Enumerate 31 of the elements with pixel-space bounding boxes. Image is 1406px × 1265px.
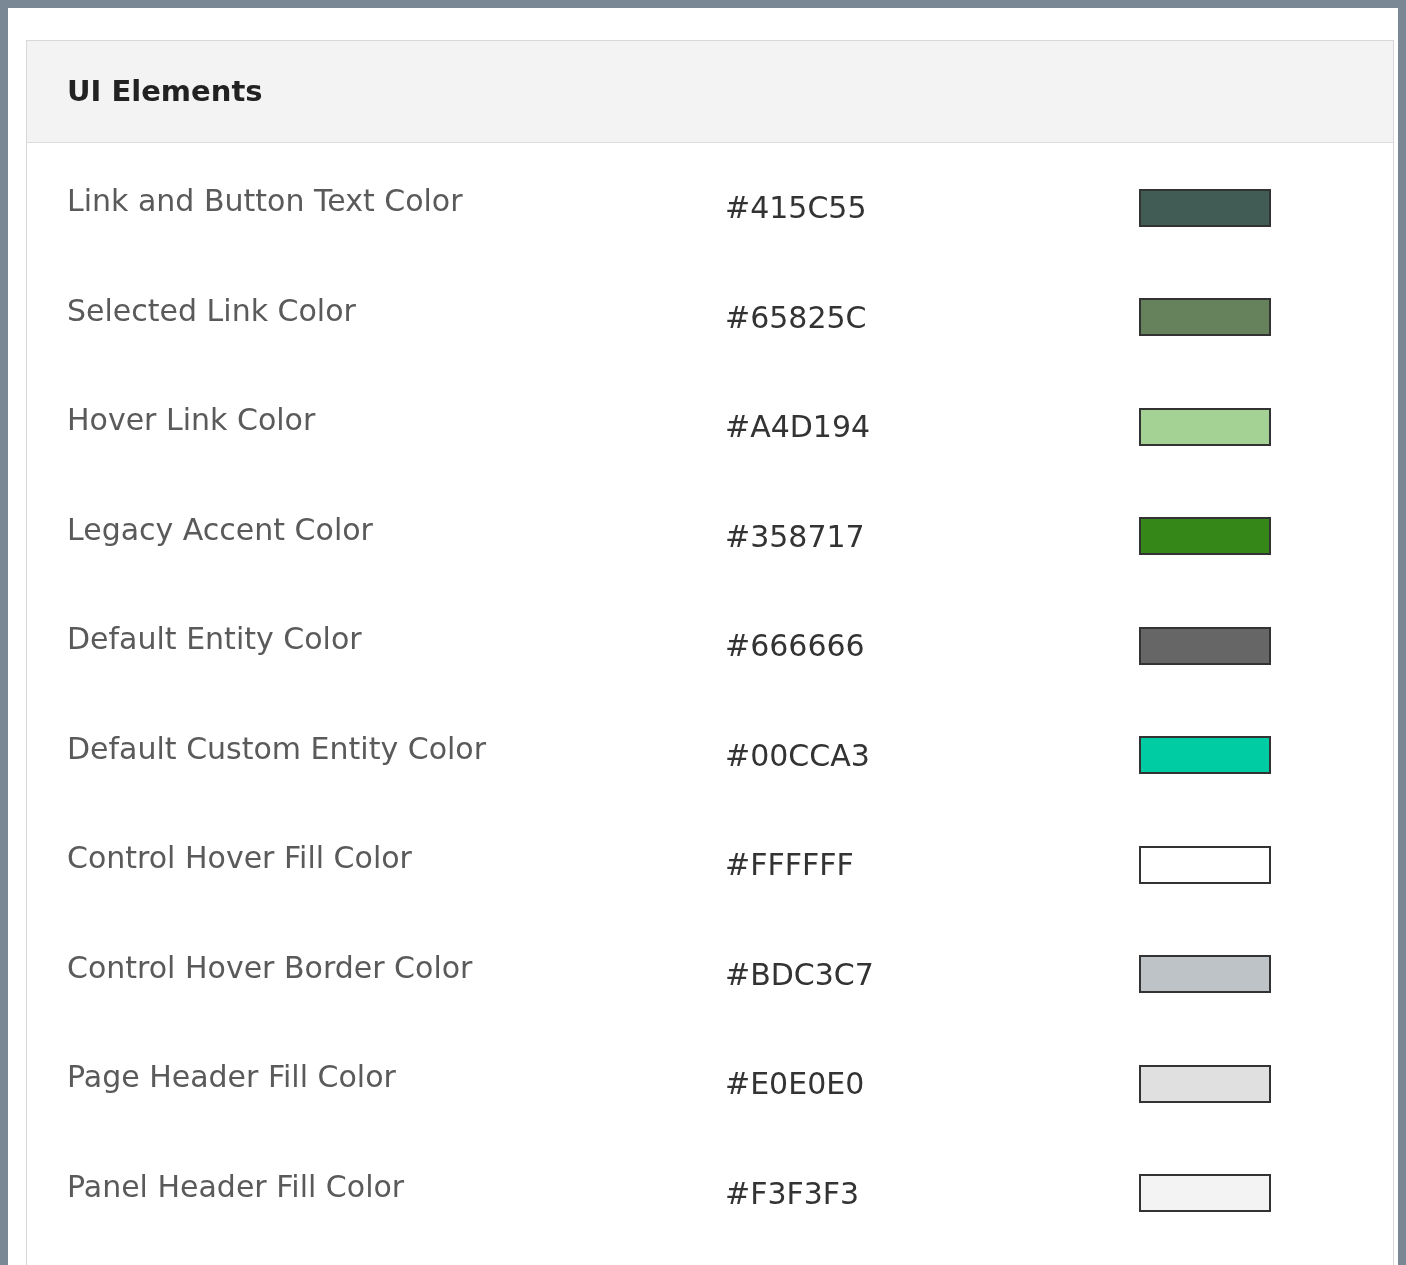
- color-swatch[interactable]: [1139, 736, 1271, 775]
- setting-label: Hover Link Color: [67, 401, 317, 440]
- hex-value: #00CCA3: [725, 736, 871, 775]
- color-swatch[interactable]: [1139, 955, 1271, 994]
- setting-label: Default Entity Color: [67, 620, 363, 659]
- setting-label: Default Custom Entity Color: [67, 729, 488, 768]
- setting-label: Selected Link Color: [67, 291, 357, 330]
- color-swatch[interactable]: [1139, 407, 1271, 446]
- hex-value: #FFFFFF: [725, 846, 855, 885]
- color-swatch[interactable]: [1139, 298, 1271, 337]
- panel-title: UI Elements: [67, 72, 263, 110]
- setting-label: Link and Button Text Color: [67, 182, 464, 221]
- hex-value: #BDC3C7: [725, 955, 875, 994]
- color-swatch[interactable]: [1139, 626, 1271, 665]
- hex-value: #415C55: [725, 189, 868, 228]
- hex-value: #666666: [725, 627, 866, 666]
- setting-label: Panel Header Fill Color: [67, 1167, 406, 1206]
- hex-value: #358717: [725, 517, 866, 556]
- setting-label: Page Header Fill Color: [67, 1058, 397, 1097]
- hex-value: #E0E0E0: [725, 1065, 866, 1104]
- color-swatch[interactable]: [1139, 517, 1271, 556]
- color-swatch[interactable]: [1139, 845, 1271, 884]
- color-swatch[interactable]: [1139, 188, 1271, 227]
- color-swatch[interactable]: [1139, 1064, 1271, 1103]
- setting-label: Legacy Accent Color: [67, 510, 374, 549]
- hex-value: #A4D194: [725, 408, 872, 447]
- setting-label: Control Hover Border Color: [67, 948, 474, 987]
- hex-value: #F3F3F3: [725, 1174, 861, 1213]
- color-swatch[interactable]: [1139, 1174, 1271, 1213]
- setting-label: Control Hover Fill Color: [67, 839, 413, 878]
- hex-value: #65825C: [725, 298, 868, 337]
